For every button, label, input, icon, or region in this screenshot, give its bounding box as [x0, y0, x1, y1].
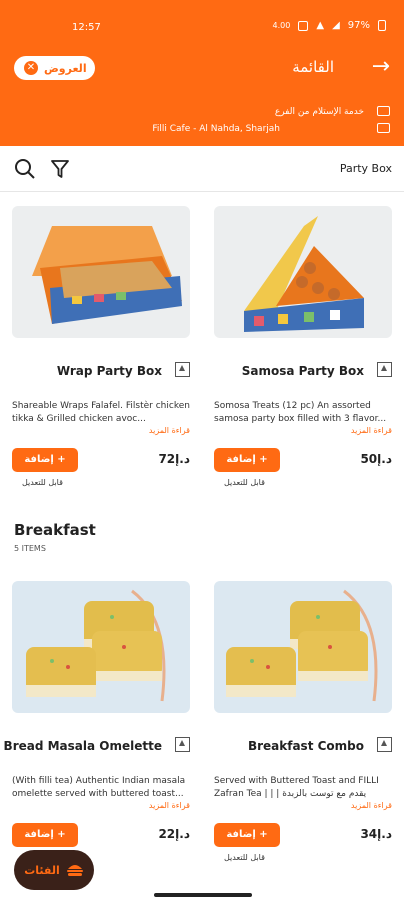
network-speed: 4.00	[272, 21, 291, 30]
status-time: 12:57	[72, 22, 101, 33]
item-price: 72د.إ	[158, 452, 190, 466]
categories-label: الفئات	[24, 863, 60, 877]
bread-masala-omelette-image	[12, 581, 190, 713]
non-veg-icon	[175, 737, 190, 752]
item-description: Served with Buttered Toast and FILLI Zaf…	[214, 776, 379, 799]
branch-location: Filli Cafe - Al Nahda, Sharjah	[152, 124, 280, 134]
item-price: 34د.إ	[360, 827, 392, 841]
wrap-party-box-image	[12, 206, 190, 338]
burger-icon	[66, 865, 83, 876]
battery-icon	[378, 20, 386, 31]
samosa-party-box-image	[214, 206, 392, 338]
service-type: خدمة الإستلام من الفرع	[274, 107, 364, 117]
read-more-link[interactable]: قراءة المزيد	[351, 801, 392, 810]
sim-icon	[298, 20, 309, 31]
customizable-label: قابل للتعديل	[224, 853, 265, 862]
categories-button[interactable]: الفئات	[14, 850, 94, 890]
category-tab[interactable]: Party Box	[340, 162, 392, 175]
item-name: Samosa Party Box	[241, 364, 364, 378]
add-button[interactable]: إضافة +	[12, 823, 78, 847]
menu-toolbar: Party Box	[0, 146, 404, 192]
arrow-right-icon[interactable]: →	[372, 54, 390, 80]
section-count: 5 ITEMS	[14, 544, 46, 553]
add-button[interactable]: إضافة +	[12, 448, 78, 472]
item-description: Shareable Wraps Falafel. Filstèr chicken…	[12, 401, 190, 424]
item-name: Bread Masala Omelette	[3, 739, 162, 753]
item-price: 50د.إ	[360, 452, 392, 466]
non-veg-icon	[377, 362, 392, 377]
item-name: Wrap Party Box	[56, 364, 162, 378]
breakfast-combo-image	[214, 581, 392, 713]
wifi-icon: ▲	[316, 20, 325, 31]
read-more-link[interactable]: قراءة المزيد	[149, 801, 190, 810]
non-veg-icon	[175, 362, 190, 377]
page-title: القائمة	[292, 58, 334, 76]
status-bar: 12:57 4.00 ▲ ◢ 97%	[0, 0, 404, 44]
offers-button[interactable]: ✕ العروض	[14, 56, 95, 80]
store-icon	[377, 123, 390, 133]
branch-info[interactable]: خدمة الإستلام من الفرع Filli Cafe - Al N…	[0, 92, 404, 146]
section-title: Breakfast	[14, 521, 96, 539]
non-veg-icon	[377, 737, 392, 752]
add-button[interactable]: إضافة +	[214, 823, 280, 847]
app-header: ✕ العروض القائمة →	[0, 44, 404, 92]
item-name: Breakfast Combo	[247, 739, 364, 753]
item-description: (With filli tea) Authentic Indian masala…	[12, 776, 186, 799]
customizable-label: قابل للتعديل	[22, 478, 63, 487]
signal-icon: ◢	[332, 20, 340, 31]
item-price: 22د.إ	[158, 827, 190, 841]
add-button[interactable]: إضافة +	[214, 448, 280, 472]
home-indicator	[154, 893, 252, 897]
offers-label: العروض	[44, 61, 87, 75]
filter-icon[interactable]	[50, 158, 70, 180]
read-more-link[interactable]: قراءة المزيد	[149, 426, 190, 435]
read-more-link[interactable]: قراءة المزيد	[351, 426, 392, 435]
bag-icon	[377, 106, 390, 116]
battery-text: 97%	[347, 20, 370, 31]
search-icon[interactable]	[14, 158, 36, 180]
customizable-label: قابل للتعديل	[224, 478, 265, 487]
close-icon: ✕	[24, 61, 38, 75]
item-description: Somosa Treats (12 pc) An assorted samosa…	[214, 401, 387, 424]
